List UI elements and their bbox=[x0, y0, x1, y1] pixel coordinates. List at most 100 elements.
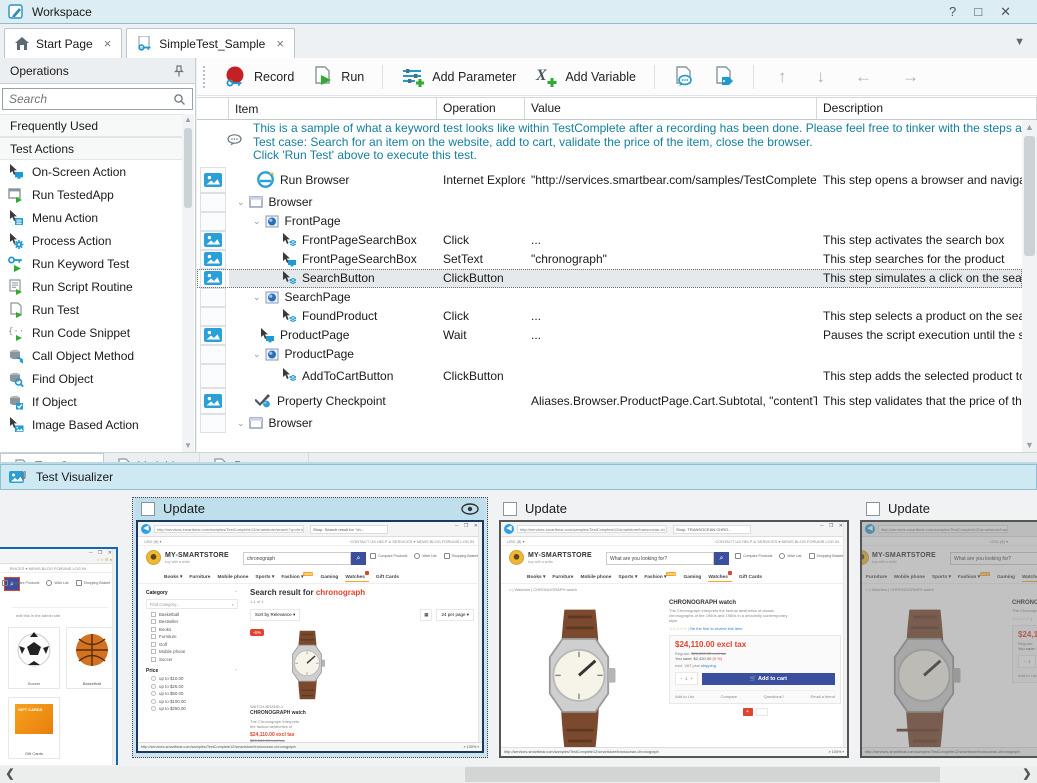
operations-search[interactable] bbox=[2, 88, 193, 110]
visualizer-image-icon[interactable] bbox=[204, 271, 222, 285]
group-row-searchpage[interactable]: ⌄ SearchPage bbox=[197, 288, 1022, 307]
record-icon bbox=[223, 66, 247, 88]
add-comment-button[interactable] bbox=[669, 63, 699, 91]
store-logo bbox=[509, 550, 524, 565]
eye-icon[interactable] bbox=[461, 503, 479, 515]
record-button[interactable]: Record bbox=[219, 63, 298, 91]
visualizer-image-icon[interactable] bbox=[204, 173, 222, 187]
op-on-screen-action[interactable]: On-Screen Action bbox=[0, 160, 183, 183]
visualizer-image-icon[interactable] bbox=[204, 394, 222, 408]
tab-simpletest-sample[interactable]: SimpleTest_Sample × bbox=[126, 28, 295, 58]
test-step-row-selected[interactable]: SearchButton ClickButton This step simul… bbox=[197, 269, 1022, 288]
group-row-browser[interactable]: ⌄ Browser bbox=[197, 193, 1022, 212]
store-search-box: chronograph bbox=[243, 552, 351, 565]
cursor-click-icon bbox=[281, 271, 296, 286]
maximize-button[interactable]: □ bbox=[974, 4, 982, 20]
visualizer-scrollbar[interactable]: ❮ ❯ bbox=[0, 766, 1037, 783]
back-button: ◀ bbox=[504, 524, 514, 534]
group-frequently-used[interactable]: Frequently Used bbox=[0, 114, 183, 137]
visualizer-image-icon[interactable] bbox=[204, 328, 222, 342]
tab-close-icon[interactable]: × bbox=[104, 36, 112, 51]
comment-row[interactable]: This is a sample of what a keyword test … bbox=[197, 120, 1022, 167]
op-image-based-action[interactable]: Image Based Action bbox=[0, 413, 183, 436]
tab-start-page[interactable]: Start Page × bbox=[4, 28, 122, 58]
visualizer-image-icon[interactable] bbox=[204, 233, 222, 247]
close-button[interactable]: ✕ bbox=[1000, 4, 1011, 20]
op-call-object-method[interactable]: Call Object Method bbox=[0, 344, 183, 367]
chevron-down-icon[interactable]: ⌄ bbox=[253, 216, 261, 227]
op-if-object[interactable]: If Object bbox=[0, 390, 183, 413]
thumbnail-product-page-dimmed[interactable]: Update ◀ http://services.smartbear.com/s… bbox=[860, 497, 1037, 763]
object-check-icon bbox=[8, 394, 24, 410]
chevron-down-icon[interactable]: ⌄ bbox=[253, 349, 261, 360]
thumbnail-product-page[interactable]: Update ◀ http://services.smartbear.com/s… bbox=[497, 497, 851, 758]
move-down-button[interactable]: ↓ bbox=[806, 67, 835, 87]
thumbnail-search-results[interactable]: Update ◀ http://services.smartbear.com/s… bbox=[132, 497, 488, 758]
chevron-down-icon[interactable]: ⌄ bbox=[253, 292, 261, 303]
column-operation[interactable]: Operation bbox=[437, 98, 525, 119]
grid-scrollbar[interactable]: ▲ ▼ bbox=[1022, 120, 1037, 452]
move-up-button[interactable]: ↑ bbox=[768, 67, 797, 87]
help-button[interactable]: ? bbox=[949, 4, 956, 20]
column-value[interactable]: Value bbox=[525, 98, 817, 119]
visualizer-image-icon[interactable] bbox=[204, 252, 222, 266]
add-label-button[interactable] bbox=[709, 63, 739, 91]
cursor-click-icon bbox=[281, 368, 296, 383]
scroll-left-icon[interactable]: ❮ bbox=[2, 766, 18, 783]
tab-close-icon[interactable]: × bbox=[276, 36, 284, 51]
op-run-test[interactable]: Run Test bbox=[0, 298, 183, 321]
run-button[interactable]: Run bbox=[308, 63, 368, 91]
scroll-right-icon[interactable]: ❯ bbox=[1019, 766, 1035, 783]
scroll-up-icon[interactable]: ▲ bbox=[1022, 120, 1037, 134]
watch-product-image bbox=[278, 629, 336, 701]
search-input[interactable] bbox=[9, 92, 173, 106]
column-description[interactable]: Description bbox=[817, 98, 1037, 119]
watches-badge bbox=[728, 571, 732, 575]
update-checkbox[interactable] bbox=[866, 502, 880, 516]
store-search-button: ⌕ bbox=[714, 552, 729, 565]
test-step-row[interactable]: AddToCartButton ClickButton This step ad… bbox=[197, 364, 1022, 388]
op-run-script-routine[interactable]: Run Script Routine bbox=[0, 275, 183, 298]
chevron-down-icon[interactable]: ⌄ bbox=[237, 418, 245, 429]
sidebar-scrollbar[interactable]: ▲ ▼ bbox=[182, 114, 194, 452]
group-test-actions[interactable]: Test Actions bbox=[0, 137, 183, 160]
add-parameter-icon bbox=[401, 66, 425, 88]
chevron-down-icon[interactable]: ⌄ bbox=[237, 197, 245, 208]
thumbnail-home-page[interactable]: ─ ❒ ✕ ⌂ ☆ ⚙ ● RVICES ▾ NEWS BLOG FORUMS … bbox=[0, 547, 119, 765]
group-row-productpage[interactable]: ⌄ ProductPage bbox=[197, 345, 1022, 364]
move-right-button[interactable]: → bbox=[892, 67, 929, 87]
add-parameter-button[interactable]: Add Parameter bbox=[397, 63, 520, 91]
add-variable-button[interactable]: X Add Variable bbox=[530, 63, 640, 91]
column-item[interactable]: Item bbox=[229, 98, 437, 119]
update-checkbox[interactable] bbox=[141, 502, 155, 516]
op-run-code-snippet[interactable]: {···} Run Code Snippet bbox=[0, 321, 183, 344]
op-run-testedapp[interactable]: Run TestedApp bbox=[0, 183, 183, 206]
group-row-browser[interactable]: ⌄ Browser bbox=[197, 414, 1022, 433]
scroll-down-icon[interactable]: ▼ bbox=[182, 440, 194, 452]
test-step-row[interactable]: ProductPage Wait ... Pauses the script e… bbox=[197, 326, 1022, 345]
test-step-row[interactable]: Property Checkpoint Aliases.Browser.Prod… bbox=[197, 388, 1022, 414]
browser-window-icon bbox=[249, 196, 263, 208]
browser-window-icon bbox=[249, 417, 263, 429]
scroll-down-icon[interactable]: ▼ bbox=[1022, 438, 1037, 452]
scroll-up-icon[interactable]: ▲ bbox=[182, 114, 194, 126]
tab-list-dropdown-icon[interactable]: ▼ bbox=[1014, 36, 1025, 48]
update-checkbox[interactable] bbox=[503, 502, 517, 516]
test-step-row[interactable]: Run Browser Internet Explorer "http://se… bbox=[197, 167, 1022, 193]
pin-icon[interactable] bbox=[173, 65, 185, 77]
operations-panel: Operations Frequently Used Test Actions … bbox=[0, 58, 196, 452]
op-find-object[interactable]: Find Object bbox=[0, 367, 183, 390]
op-menu-action[interactable]: Menu Action bbox=[0, 206, 183, 229]
test-step-row[interactable]: FrontPageSearchBox SetText "chronograph"… bbox=[197, 250, 1022, 269]
window-run-icon bbox=[8, 187, 24, 203]
cursor-image-icon bbox=[8, 417, 24, 433]
visualizer-header[interactable]: Test Visualizer bbox=[0, 464, 1037, 490]
op-run-keyword-test[interactable]: Run Keyword Test bbox=[0, 252, 183, 275]
op-process-action[interactable]: Process Action bbox=[0, 229, 183, 252]
toolbar-grip[interactable] bbox=[203, 66, 207, 88]
test-step-row[interactable]: FrontPageSearchBox Click ... This step a… bbox=[197, 231, 1022, 250]
test-step-row[interactable]: FoundProduct Click ... This step selects… bbox=[197, 307, 1022, 326]
scrollbar-thumb[interactable] bbox=[465, 767, 940, 782]
move-left-button[interactable]: ← bbox=[845, 67, 882, 87]
group-row-frontpage[interactable]: ⌄ FrontPage bbox=[197, 212, 1022, 231]
